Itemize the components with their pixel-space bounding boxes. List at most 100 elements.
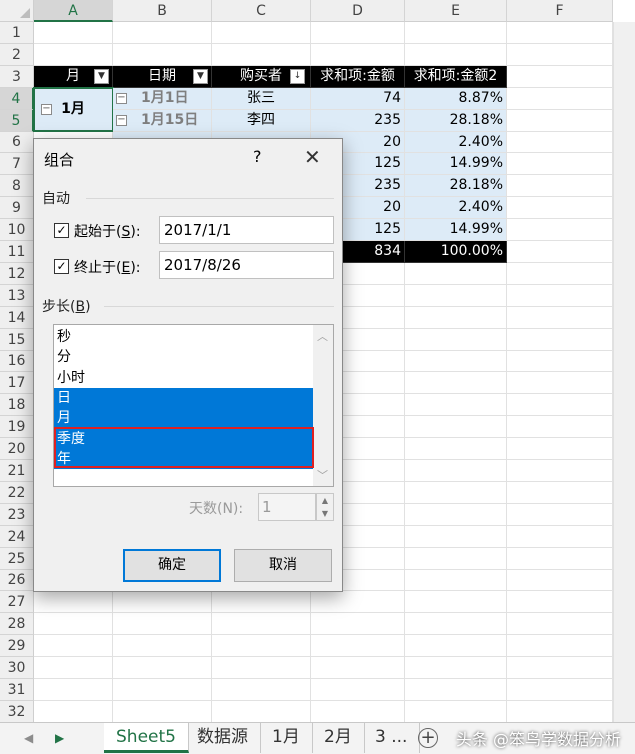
close-icon[interactable]: ✕ [304,145,321,169]
grid-cell[interactable] [113,591,212,613]
pivot-pct-cell[interactable]: 28.18% [405,175,507,197]
grid-cell[interactable] [507,351,613,372]
start-date-input[interactable]: 2017/1/1 [159,216,334,244]
step-item[interactable]: 分 [54,347,313,367]
row-header[interactable]: 30 [0,657,34,679]
days-input[interactable]: 1 [258,493,316,521]
row-header[interactable]: 25 [0,548,34,570]
row-header[interactable]: 16 [0,351,34,372]
grid-cell[interactable] [507,372,613,394]
grid-cell[interactable] [113,657,212,679]
row-header[interactable]: 3 [0,66,34,88]
grid-cell[interactable] [113,613,212,635]
filter-dropdown-icon[interactable]: ▼ [94,69,109,84]
grid-cell[interactable] [405,372,507,394]
sheet-tab-sheet5[interactable]: Sheet5 [104,723,189,753]
pivot-pct-cell[interactable]: 2.40% [405,197,507,219]
grid-cell[interactable] [212,44,311,66]
row-header[interactable]: 22 [0,482,34,504]
grid-cell[interactable] [113,679,212,701]
grid-cell[interactable] [507,526,613,548]
grid-cell[interactable] [34,591,113,613]
column-header-a[interactable]: A [34,0,113,22]
grid-cell[interactable] [113,635,212,657]
grid-cell[interactable] [212,657,311,679]
step-item[interactable]: 月 [54,408,313,429]
row-header[interactable]: 14 [0,307,34,329]
grid-cell[interactable] [507,307,613,329]
row-header[interactable]: 29 [0,635,34,657]
column-header-b[interactable]: B [113,0,212,22]
grid-cell[interactable] [405,548,507,570]
grid-cell[interactable] [311,591,405,613]
grid-cell[interactable] [34,44,113,66]
grid-cell[interactable] [405,44,507,66]
spin-up-icon[interactable]: ▲ [317,494,333,507]
cancel-button[interactable]: 取消 [234,549,332,582]
grid-cell[interactable] [507,548,613,570]
spin-down-icon[interactable]: ▼ [317,507,333,520]
grid-cell[interactable] [507,591,613,613]
grid-cell[interactable] [507,132,613,153]
grid-cell[interactable] [212,679,311,701]
grid-cell[interactable] [507,219,613,241]
grid-cell[interactable] [507,657,613,679]
end-date-input[interactable]: 2017/8/26 [159,251,334,279]
grid-cell[interactable] [405,657,507,679]
grid-cell[interactable] [34,657,113,679]
grid-cell[interactable] [405,285,507,307]
tab-scroll-right-icon[interactable]: ▶ [55,731,64,745]
row-header[interactable]: 21 [0,460,34,482]
grid-cell[interactable] [311,635,405,657]
grid-cell[interactable] [507,197,613,219]
scroll-down-icon[interactable]: ﹀ [317,467,328,483]
step-item[interactable]: 秒 [54,327,313,347]
grid-cell[interactable] [405,526,507,548]
grid-cell[interactable] [507,679,613,701]
grid-cell[interactable] [507,438,613,460]
grid-cell[interactable] [311,657,405,679]
grid-cell[interactable] [507,570,613,591]
row-header[interactable]: 28 [0,613,34,635]
grid-cell[interactable] [405,679,507,701]
grid-cell[interactable] [405,570,507,591]
grid-cell[interactable] [507,22,613,44]
days-spinner[interactable]: ▲ ▼ [316,493,334,521]
grid-cell[interactable] [405,394,507,416]
row-header[interactable]: 26 [0,570,34,591]
row-header[interactable]: 13 [0,285,34,307]
start-checkbox[interactable]: ✓ [54,223,69,238]
step-item[interactable]: 日 [54,387,313,408]
grid-cell[interactable] [507,153,613,175]
pivot-buyer-cell[interactable]: 李四 [212,110,311,132]
grid-cell[interactable] [212,635,311,657]
grid-cell[interactable] [405,701,507,723]
vertical-scrollbar[interactable] [613,22,635,722]
row-header[interactable]: 27 [0,591,34,613]
grid-cell[interactable] [34,613,113,635]
grid-cell[interactable] [113,22,212,44]
sheet-tab-mar[interactable]: 3 ... [363,723,421,753]
help-icon[interactable]: ? [253,147,262,166]
grid-cell[interactable] [507,613,613,635]
row-header[interactable]: 24 [0,526,34,548]
grid-cell[interactable] [34,679,113,701]
column-header-c[interactable]: C [212,0,311,22]
row-header[interactable]: 15 [0,329,34,351]
grid-cell[interactable] [405,613,507,635]
row-header[interactable]: 23 [0,504,34,526]
listbox-scrollbar[interactable]: ︿ ﹀ [313,325,333,486]
row-header[interactable]: 8 [0,175,34,197]
grid-cell[interactable] [507,88,613,110]
row-header[interactable]: 5 [0,110,34,132]
grid-cell[interactable] [405,438,507,460]
row-header[interactable]: 1 [0,22,34,44]
pivot-amount-cell[interactable]: 235 [311,110,405,132]
grid-cell[interactable] [311,613,405,635]
grid-cell[interactable] [405,263,507,285]
grid-cell[interactable] [34,701,113,723]
pivot-pct-cell[interactable]: 8.87% [405,88,507,110]
grid-cell[interactable] [405,351,507,372]
grid-cell[interactable] [311,22,405,44]
grid-cell[interactable] [34,635,113,657]
